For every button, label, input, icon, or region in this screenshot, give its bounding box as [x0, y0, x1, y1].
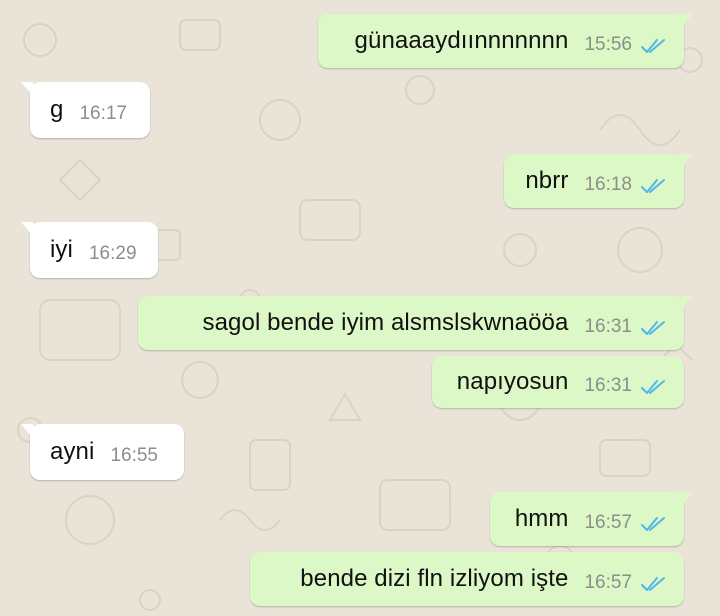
outgoing-message[interactable]: napıyosun 16:31	[432, 356, 684, 408]
incoming-message[interactable]: iyi 16:29	[21, 222, 158, 278]
message-timestamp: 16:17	[79, 103, 127, 124]
outgoing-message[interactable]: hmm 16:57	[490, 492, 693, 546]
message-text: hmm	[514, 505, 569, 532]
double-check-icon	[641, 179, 665, 193]
message-text: nbrr	[525, 167, 569, 194]
bubble-tail	[21, 222, 33, 236]
message-timestamp: 16:57	[584, 512, 632, 533]
bubble-tail	[681, 14, 693, 28]
double-check-icon	[641, 39, 665, 53]
double-check-icon	[641, 577, 665, 591]
outgoing-message[interactable]: bende dizi fln izliyom işte 16:57	[250, 552, 684, 606]
bubble-tail	[681, 492, 693, 506]
message-timestamp: 16:31	[584, 316, 632, 337]
chat-area: günaaaydıınnnnnnn 15:56 g 16:17 nbrr 16:18 iyi…	[0, 0, 720, 616]
double-check-icon	[641, 380, 665, 394]
message-text: sagol bende iyim alsmslskwnaööa	[202, 309, 569, 336]
message-text: g	[50, 96, 64, 123]
bubble-tail	[21, 424, 33, 438]
message-timestamp: 16:31	[584, 375, 632, 396]
bubble-tail	[681, 296, 693, 310]
message-timestamp: 16:29	[88, 243, 137, 264]
message-timestamp: 16:18	[584, 174, 632, 195]
double-check-icon	[641, 321, 665, 335]
incoming-message[interactable]: g 16:17	[21, 82, 150, 138]
message-timestamp: 16:55	[110, 445, 158, 466]
message-text: ayni	[50, 438, 95, 465]
bubble-tail	[21, 82, 33, 96]
double-check-icon	[641, 517, 665, 531]
message-text: napıyosun	[456, 368, 569, 395]
message-timestamp: 15:56	[584, 34, 632, 55]
incoming-message[interactable]: ayni 16:55	[21, 424, 184, 480]
outgoing-message[interactable]: nbrr 16:18	[504, 154, 693, 208]
message-text: iyi	[50, 236, 73, 263]
message-text: günaaaydıınnnnnnn	[354, 27, 569, 54]
message-timestamp: 16:57	[584, 572, 632, 593]
outgoing-message[interactable]: sagol bende iyim alsmslskwnaööa 16:31	[138, 296, 693, 350]
message-text: bende dizi fln izliyom işte	[300, 565, 569, 592]
bubble-tail	[681, 154, 693, 168]
outgoing-message[interactable]: günaaaydıınnnnnnn 15:56	[318, 14, 693, 68]
